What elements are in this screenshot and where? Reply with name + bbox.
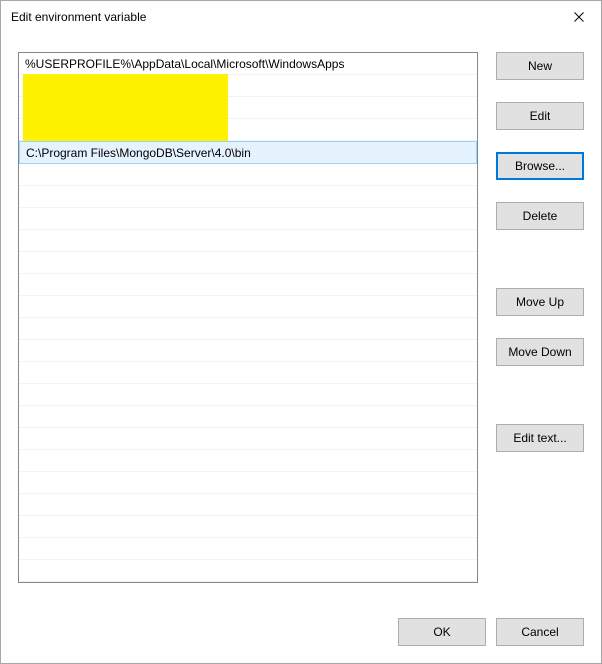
cancel-button[interactable]: Cancel [496, 618, 584, 646]
list-empty-row [19, 186, 477, 208]
list-empty-row [19, 450, 477, 472]
list-empty-row [19, 494, 477, 516]
titlebar: Edit environment variable [1, 1, 601, 32]
list-empty-row [19, 428, 477, 450]
list-empty-row [19, 560, 477, 582]
footer: OK Cancel [1, 618, 601, 663]
list-empty-row [19, 472, 477, 494]
path-listbox[interactable]: %USERPROFILE%\AppData\Local\Microsoft\Wi… [18, 52, 478, 583]
window-title: Edit environment variable [11, 10, 146, 24]
list-empty-row [19, 230, 477, 252]
list-empty-row [19, 208, 477, 230]
delete-button[interactable]: Delete [496, 202, 584, 230]
list-item[interactable]: %USERPROFILE%\AppData\Local\Microsoft\Wi… [19, 53, 477, 75]
list-empty-row [19, 252, 477, 274]
list-empty-row [19, 296, 477, 318]
dialog-window: Edit environment variable %USERPROFILE%\… [0, 0, 602, 664]
list-empty-row [19, 318, 477, 340]
new-button[interactable]: New [496, 52, 584, 80]
close-button[interactable] [556, 2, 601, 31]
list-empty-row [19, 164, 477, 186]
list-empty-row [19, 516, 477, 538]
list-empty-row [19, 340, 477, 362]
ok-button[interactable]: OK [398, 618, 486, 646]
list-empty-row [19, 362, 477, 384]
list-empty-row [19, 406, 477, 428]
list-empty-row [19, 538, 477, 560]
move-up-button[interactable]: Move Up [496, 288, 584, 316]
redaction-overlay [23, 74, 228, 141]
list-empty-row [19, 274, 477, 296]
browse-button[interactable]: Browse... [496, 152, 584, 180]
button-column: New Edit Browse... Delete Move Up Move D… [496, 52, 584, 608]
list-item[interactable]: C:\Program Files\MongoDB\Server\4.0\bin [19, 141, 477, 164]
edit-button[interactable]: Edit [496, 102, 584, 130]
list-empty-row [19, 384, 477, 406]
move-down-button[interactable]: Move Down [496, 338, 584, 366]
edit-text-button[interactable]: Edit text... [496, 424, 584, 452]
content-area: %USERPROFILE%\AppData\Local\Microsoft\Wi… [1, 32, 601, 618]
close-icon [574, 12, 584, 22]
